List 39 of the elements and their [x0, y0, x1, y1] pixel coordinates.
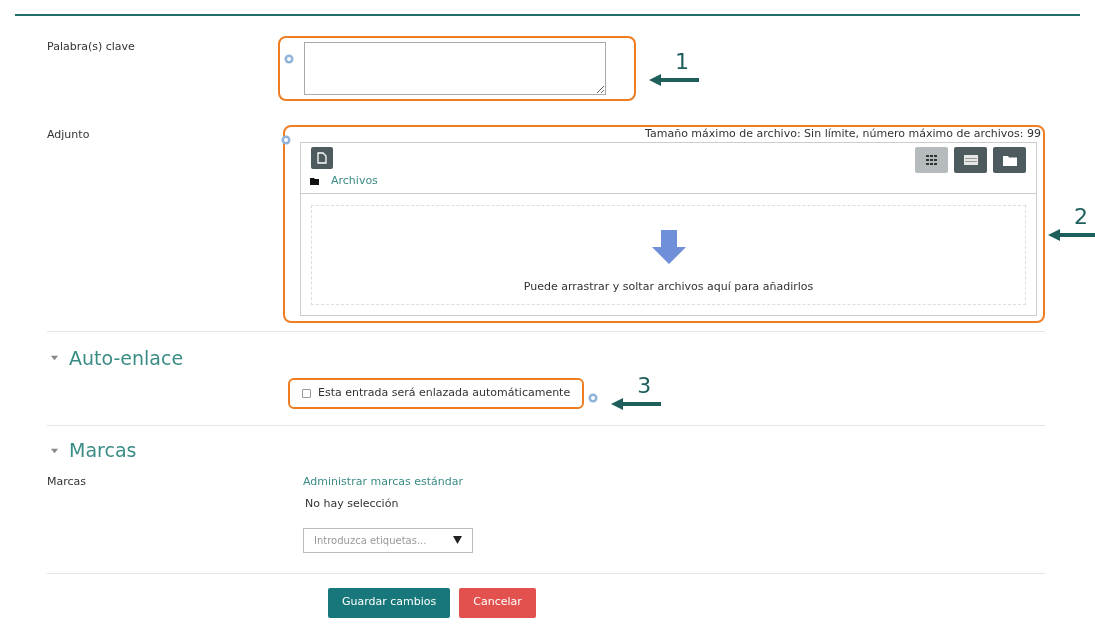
list-icon: [963, 155, 978, 165]
annotation-number: 2: [1074, 205, 1088, 228]
drop-hint: Puede arrastrar y soltar archivos aquí para añadirlos: [523, 279, 814, 295]
caret-icon[interactable]: [50, 353, 59, 363]
view-button[interactable]: [915, 147, 948, 173]
help-icon[interactable]: [588, 393, 599, 403]
view-button[interactable]: [954, 147, 987, 173]
keywords-field[interactable]: [304, 42, 606, 95]
section-heading[interactable]: Marcas: [69, 436, 137, 465]
checkbox-label: Esta entrada será enlazada automáticamente: [318, 384, 571, 401]
save-button[interactable]: Guardar cambios: [328, 587, 451, 618]
file-limits-text: Tamaño máximo de archivo: Sin límite, número máximo de archivos: 99: [645, 127, 1041, 141]
add-file-button[interactable]: [311, 147, 333, 169]
help-icon[interactable]: [281, 135, 291, 145]
arrow-icon: [610, 397, 663, 411]
dropdown-placeholder: Introduzca etiquetas...: [314, 533, 427, 548]
drop-zone[interactable]: Puede arrastrar y soltar archivos aquí para añadirlos: [311, 204, 1026, 305]
folder-link[interactable]: Archivos: [331, 173, 378, 190]
selection-text: No hay selección: [305, 496, 400, 512]
section-heading[interactable]: Auto-enlace: [69, 343, 184, 372]
checkbox[interactable]: [302, 388, 311, 398]
folder-icon: [310, 177, 319, 185]
caret-icon: [453, 536, 462, 544]
folder-icon: [1002, 154, 1017, 166]
view-button[interactable]: [993, 147, 1026, 173]
file-icon: [317, 152, 327, 164]
annotation-number: 3: [637, 375, 652, 397]
cancel-button[interactable]: Cancelar: [459, 587, 536, 618]
field-label: Marcas: [47, 473, 88, 490]
help-icon[interactable]: [284, 54, 294, 64]
manage-tags-link[interactable]: Administrar marcas estándar: [303, 473, 473, 490]
arrow-icon: [648, 72, 700, 87]
download-arrow-icon: [651, 230, 686, 264]
arrow-icon: [1047, 227, 1095, 242]
grid-icon: [926, 155, 937, 165]
field-label: Palabra(s) clave: [47, 39, 136, 55]
tags-dropdown[interactable]: Introduzca etiquetas...: [303, 527, 473, 553]
field-label: Adjunto: [47, 127, 91, 143]
annotation-number: 1: [675, 50, 689, 73]
